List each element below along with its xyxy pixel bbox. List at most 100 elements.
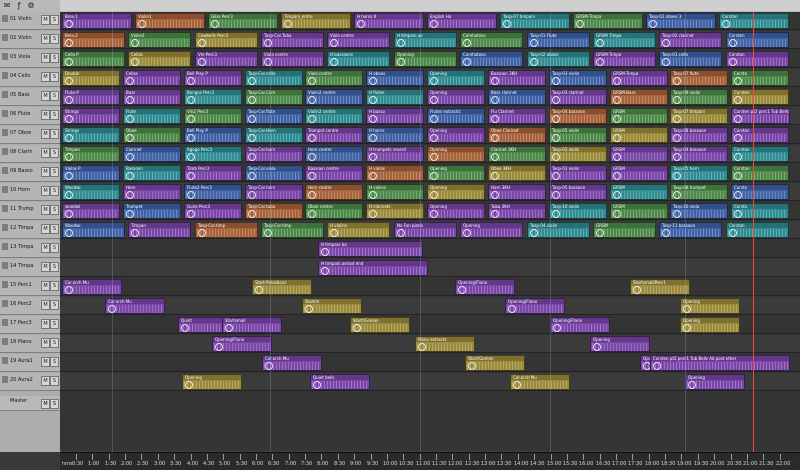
audio-clip[interactable]: Tasp-03 violin	[549, 70, 607, 86]
track-controls[interactable]	[3, 347, 37, 362]
clip-fx-icon[interactable]	[513, 381, 521, 389]
track-header[interactable]: 19 Aura1 M S	[0, 354, 60, 381]
audio-clip[interactable]: Trumpet	[123, 203, 181, 219]
clip-fx-icon[interactable]	[430, 153, 438, 161]
clip-fx-icon[interactable]	[673, 210, 681, 218]
audio-clip[interactable]: Piano extracts	[415, 336, 475, 352]
audio-clip[interactable]: Flute2 Perc3	[184, 184, 242, 200]
clip-fx-icon[interactable]	[653, 362, 661, 370]
track-controls[interactable]	[3, 366, 37, 381]
audio-clip[interactable]: Opening	[427, 165, 485, 181]
track-controls[interactable]	[3, 119, 37, 134]
audio-clip[interactable]: Tasp-02 oboes	[527, 51, 590, 67]
clip-fx-icon[interactable]	[308, 134, 316, 142]
track-lane[interactable]: Strings Oboe Bell Play P Tasp-Cor.Horn Tromp…	[60, 126, 800, 144]
clip-fx-icon[interactable]	[126, 96, 134, 104]
clip-fx-icon[interactable]	[613, 115, 621, 123]
audio-clip[interactable]: Tasp-01 cello	[659, 51, 722, 67]
track-header[interactable]: 20 Aura2 M S	[0, 373, 60, 400]
mute-button[interactable]: M	[41, 110, 50, 120]
audio-clip[interactable]: H bassoons	[327, 51, 390, 67]
audio-clip[interactable]: Start-Pulsations	[252, 279, 312, 295]
clip-fx-icon[interactable]	[430, 134, 438, 142]
solo-button[interactable]: S	[50, 148, 59, 158]
solo-button[interactable]: S	[50, 205, 59, 215]
audio-clip[interactable]: Clarinet	[123, 146, 181, 162]
clip-fx-icon[interactable]	[613, 134, 621, 142]
audio-clip[interactable]: Start/Gemen	[465, 355, 525, 371]
clip-fx-icon[interactable]	[729, 39, 737, 47]
solo-button[interactable]: S	[50, 91, 59, 101]
audio-clip[interactable]: Viola centre	[305, 70, 363, 86]
clip-fx-icon[interactable]	[491, 77, 499, 85]
audio-clip[interactable]: Corstan	[726, 222, 789, 238]
audio-clip[interactable]: Guiro Perc3	[184, 203, 242, 219]
track-controls[interactable]	[3, 138, 37, 153]
audio-clip[interactable]: No Fan piano	[394, 222, 457, 238]
track-header[interactable]: 07 Oboe M S	[0, 126, 60, 153]
audio-clip[interactable]: Opening	[680, 317, 740, 333]
clip-fx-icon[interactable]	[430, 172, 438, 180]
audio-clip[interactable]: Tasp-05 horn	[670, 165, 728, 181]
solo-button[interactable]: S	[50, 224, 59, 234]
audio-clip[interactable]: Timb Perc3	[184, 165, 242, 181]
audio-clip[interactable]: Tasp-07 flute	[670, 70, 728, 86]
audio-clip[interactable]: Brev.2	[62, 32, 125, 48]
audio-clip[interactable]: Flu Clarinet	[488, 108, 546, 124]
track-controls[interactable]	[3, 214, 37, 229]
audio-clip[interactable]: GRSM	[610, 184, 668, 200]
audio-clip[interactable]: Tasp-07 timpani	[500, 13, 570, 29]
fx-icon[interactable]: ƒ	[14, 1, 24, 11]
track-lane[interactable]: H timpani ba	[60, 240, 800, 258]
audio-clip[interactable]: Bass	[123, 89, 181, 105]
mute-button[interactable]: M	[41, 186, 50, 196]
mute-button[interactable]: M	[41, 376, 50, 386]
clip-fx-icon[interactable]	[308, 191, 316, 199]
audio-clip[interactable]: Tasp-Cor.tuba	[245, 203, 303, 219]
clip-fx-icon[interactable]	[187, 115, 195, 123]
clip-fx-icon[interactable]	[430, 77, 438, 85]
audio-clip[interactable]: H basso	[366, 108, 424, 124]
clip-fx-icon[interactable]	[430, 115, 438, 123]
mute-button[interactable]: M	[41, 281, 50, 291]
audio-clip[interactable]: Cor.orch Mu	[262, 355, 322, 371]
track-header[interactable]: 05 Bass M S	[0, 88, 60, 115]
track-controls[interactable]	[3, 176, 37, 191]
mute-button[interactable]: M	[41, 15, 50, 25]
track-header[interactable]: 08 Clarin M S	[0, 145, 60, 172]
track-header[interactable]: 15 Perc1 M S	[0, 278, 60, 305]
clip-fx-icon[interactable]	[552, 134, 560, 142]
audio-clip[interactable]: Opening	[427, 203, 485, 219]
audio-clip[interactable]: Corstan	[731, 165, 789, 181]
audio-clip[interactable]: Opening/Flano	[505, 298, 565, 314]
audio-clip[interactable]: Corsten pt2 perc1 Tub Bells Ad post ethe…	[731, 108, 790, 124]
track-header[interactable]: 10 Horn M S	[0, 183, 60, 210]
clip-fx-icon[interactable]	[649, 20, 657, 28]
clip-fx-icon[interactable]	[357, 20, 365, 28]
clip-fx-icon[interactable]	[613, 191, 621, 199]
track-lane[interactable]: Violas P Bassoon Timb Perc3 Tasp-Cor.viola B…	[60, 164, 800, 182]
audio-clip[interactable]: H horns.II	[354, 13, 424, 29]
audio-clip[interactable]: Bassoon centre	[305, 165, 363, 181]
audio-clip[interactable]: GRSM	[610, 146, 668, 162]
audio-clip[interactable]: Tasp-Cor.Horn	[245, 127, 303, 143]
track-controls[interactable]	[3, 385, 37, 400]
audio-clip[interactable]: Opening/Flano	[455, 279, 515, 295]
clip-fx-icon[interactable]	[508, 305, 516, 313]
audio-clip[interactable]: Violin2 centre	[305, 89, 363, 105]
track-lane[interactable]: Woodwi Horn Flute2 Perc3 Tasp-Cor.horn Horn …	[60, 183, 800, 201]
audio-clip[interactable]: Tasp-04 bassoon	[670, 146, 728, 162]
solo-button[interactable]: S	[50, 376, 59, 386]
clip-fx-icon[interactable]	[491, 172, 499, 180]
mute-button[interactable]: M	[41, 224, 50, 234]
settings-icon[interactable]: ⚙	[26, 1, 36, 11]
track-header[interactable]: 18 Piano M S	[0, 335, 60, 362]
audio-clip[interactable]: Start/Geman	[350, 317, 410, 333]
audio-clip[interactable]: Tasp-03 clarinet	[549, 89, 607, 105]
audio-clip[interactable]: Stamm	[302, 298, 362, 314]
track-lane[interactable]: Timpan Clarinet Agogo Perc3 Tasp-Cor.horn Ho…	[60, 145, 800, 163]
clip-fx-icon[interactable]	[138, 20, 146, 28]
track-controls[interactable]	[3, 157, 37, 172]
mute-button[interactable]: M	[41, 319, 50, 329]
audio-clip[interactable]: Tasp-Cor.Corn	[245, 89, 303, 105]
